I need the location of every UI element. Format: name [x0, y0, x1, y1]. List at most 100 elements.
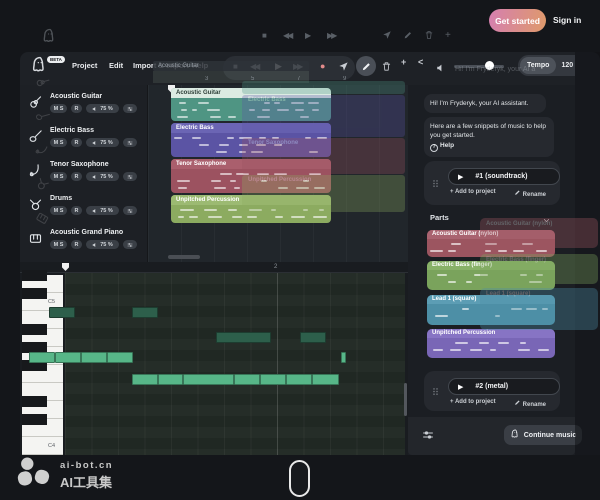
add-to-project-button[interactable]: + Add to project [450, 189, 496, 195]
rename-button[interactable]: Rename [514, 189, 546, 198]
midi-note-dim[interactable] [300, 332, 326, 343]
midi-note[interactable] [260, 374, 286, 385]
stop-button[interactable]: ■ [233, 62, 238, 71]
track-automation-button[interactable] [123, 172, 137, 181]
midi-note[interactable] [55, 352, 81, 363]
record-arm-button[interactable]: R [71, 138, 82, 147]
mute-solo-button[interactable]: M S [50, 206, 67, 215]
midi-note-dim[interactable] [216, 332, 271, 343]
midi-note[interactable] [158, 374, 183, 385]
piano-roll-ruler[interactable]: 2 [20, 262, 408, 273]
menu-project[interactable]: Project [72, 61, 97, 70]
mute-solo-button[interactable]: M S [50, 138, 67, 147]
snippet-2-play-button[interactable]: ▶ #2 (metal) [448, 378, 560, 395]
midi-note[interactable] [81, 352, 107, 363]
piano-keys[interactable]: C5C4 [22, 275, 63, 455]
pencil-icon [514, 192, 521, 198]
arrangement-clip[interactable]: Tenor Saxophone [171, 159, 331, 193]
volume-slider[interactable] [454, 65, 504, 68]
tempo-control[interactable]: Tempo 120 BPM [518, 55, 575, 76]
black-key[interactable] [22, 342, 47, 353]
mute-solo-button[interactable]: M S [50, 240, 67, 249]
ghost-pencil-icon [403, 30, 413, 42]
black-key[interactable] [22, 414, 47, 425]
speaker-icon[interactable] [436, 60, 446, 78]
arrangement-area[interactable]: Acoustic GuitarElectric BassTenor Saxoph… [148, 85, 408, 262]
menu-import-export[interactable]: Import & export [133, 61, 189, 70]
midi-note[interactable] [234, 374, 260, 385]
white-key[interactable]: C4 [22, 437, 63, 455]
track-volume-control[interactable]: 75 % [86, 104, 119, 113]
continue-music-button[interactable]: Continue music [504, 425, 582, 445]
record-arm-button[interactable]: R [71, 206, 82, 215]
track-automation-button[interactable] [123, 240, 137, 249]
horizontal-scrollbar[interactable] [168, 255, 200, 259]
part-header: Unpitched Percussion [427, 329, 555, 338]
volume-slider-knob[interactable] [485, 61, 494, 70]
clip-note-dash [511, 308, 522, 310]
track-volume-control[interactable]: 75 % [86, 172, 119, 181]
track-row[interactable]: Acoustic Grand PianoM SR75 % [20, 223, 148, 256]
clip-note-dash [303, 209, 308, 211]
menu-edit[interactable]: Edit [109, 61, 123, 70]
vertical-scrollbar[interactable] [404, 383, 407, 416]
play-button[interactable]: ▶ [275, 61, 282, 72]
help-link[interactable]: ?Help [430, 142, 454, 149]
record-arm-button[interactable]: R [71, 172, 82, 181]
assistant-footer-bar: Continue music [408, 417, 575, 455]
record-arm-button[interactable]: R [71, 240, 82, 249]
part-clip[interactable]: Lead 1 (square) [427, 295, 555, 325]
black-key[interactable] [22, 324, 47, 335]
midi-note[interactable] [29, 352, 55, 363]
pointer-icon[interactable] [338, 59, 349, 77]
track-volume-control[interactable]: 75 % [86, 206, 119, 215]
add-icon[interactable]: + [401, 57, 406, 67]
track-volume-control[interactable]: 75 % [86, 240, 119, 249]
track-automation-button[interactable] [123, 104, 137, 113]
rename-button[interactable]: Rename [514, 399, 546, 408]
note-grid[interactable] [65, 273, 405, 455]
track-automation-button[interactable] [123, 138, 137, 147]
track-volume-control[interactable]: 75 % [86, 138, 119, 147]
playhead-marker[interactable] [62, 263, 69, 271]
track-automation-button[interactable] [123, 206, 137, 215]
clip-note-dash [177, 116, 188, 118]
share-icon[interactable]: < [418, 57, 423, 67]
part-clip[interactable]: Unpitched Percussion [427, 329, 555, 358]
midi-note[interactable] [107, 352, 133, 363]
black-key[interactable] [22, 270, 47, 281]
rewind-button[interactable]: ◀◀ [250, 62, 258, 71]
fast-forward-button[interactable]: ▶▶ [293, 62, 301, 71]
midi-note[interactable] [312, 374, 339, 385]
midi-note[interactable] [341, 352, 346, 363]
arrangement-clip[interactable]: Unpitched Percussion [171, 195, 331, 223]
pencil-tool-button[interactable] [356, 56, 376, 76]
midi-note[interactable] [132, 374, 158, 385]
black-key[interactable] [22, 288, 47, 299]
mute-solo-button[interactable]: M S [50, 104, 67, 113]
clip-note-dash [295, 109, 304, 111]
arrangement-clip[interactable]: Electric Bass [171, 123, 331, 157]
sign-in-button[interactable]: Sign in [553, 15, 581, 25]
arrangement-clip[interactable]: Acoustic Guitar [171, 88, 331, 121]
menu-help[interactable]: Help [192, 61, 208, 70]
mute-solo-button[interactable]: M S [50, 172, 67, 181]
drag-handle-icon[interactable] [431, 175, 440, 193]
record-arm-button[interactable]: R [71, 104, 82, 113]
black-key[interactable] [22, 396, 47, 407]
trash-icon[interactable] [381, 59, 392, 77]
settings-sliders-icon[interactable] [422, 428, 434, 446]
midi-note[interactable] [286, 374, 312, 385]
midi-note-dim[interactable] [49, 307, 75, 318]
part-clip[interactable]: Electric Bass (finger) [427, 261, 555, 290]
midi-note[interactable] [183, 374, 234, 385]
record-button[interactable]: ● [320, 61, 325, 71]
midi-note-dim[interactable] [132, 307, 158, 318]
part-clip[interactable]: Acoustic Guitar (nylon) [427, 230, 555, 257]
chevron-down-icon[interactable] [542, 212, 551, 230]
get-started-button[interactable]: Get started [489, 9, 546, 32]
snippet-1-play-button[interactable]: ▶ #1 (soundtrack) [448, 168, 560, 185]
drag-handle-icon[interactable] [431, 383, 440, 401]
add-to-project-button[interactable]: + Add to project [450, 399, 496, 405]
clip-note-dash [448, 281, 456, 283]
